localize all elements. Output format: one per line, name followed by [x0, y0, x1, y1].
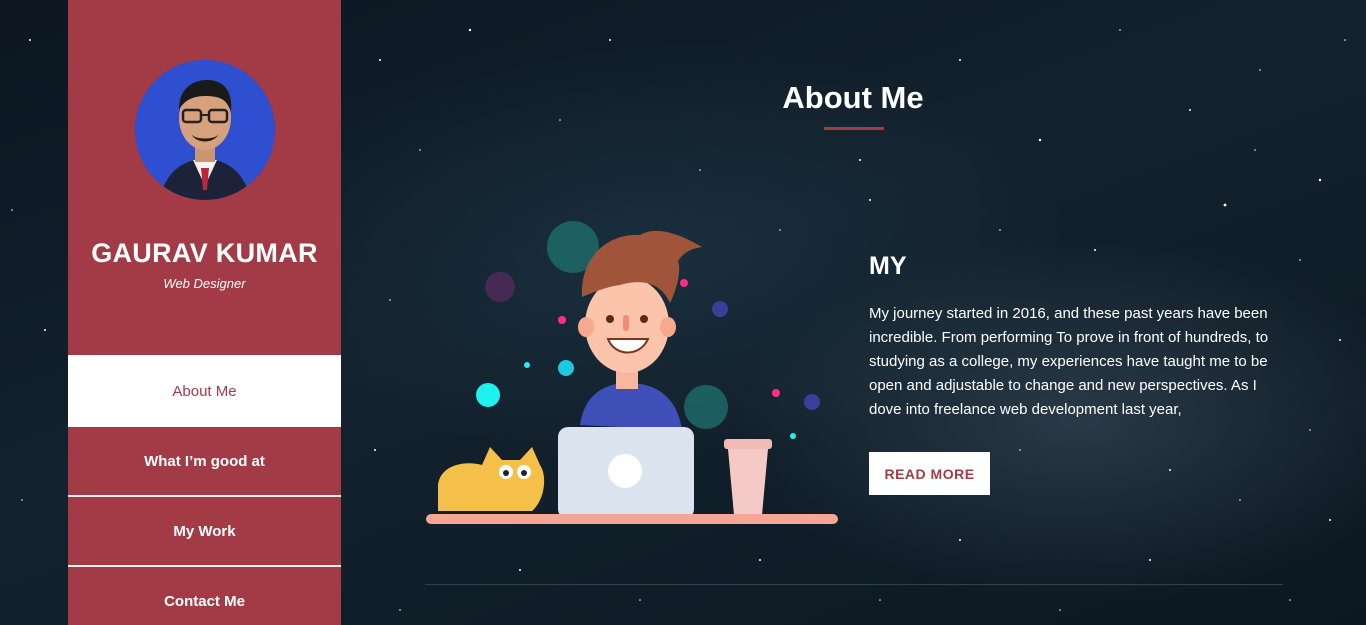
nav-item-contact-me[interactable]: Contact Me	[68, 567, 341, 625]
title-underline	[824, 127, 884, 130]
sidebar: GAURAV KUMAR Web Designer About Me What …	[68, 0, 341, 625]
read-more-button[interactable]: READ MORE	[869, 452, 990, 495]
illustration	[420, 215, 845, 530]
nav-item-my-work[interactable]: My Work	[68, 497, 341, 567]
section-divider	[425, 584, 1283, 585]
nav-item-about-me[interactable]: About Me	[68, 355, 341, 427]
page-title: About Me	[782, 80, 924, 115]
section-heading: MY	[869, 252, 907, 280]
profile-role: Web Designer	[163, 276, 246, 291]
about-paragraph: My journey started in 2016, and these pa…	[869, 305, 1269, 418]
sidebar-nav: About Me What I’m good at My Work Contac…	[68, 355, 341, 625]
avatar	[135, 60, 275, 200]
profile-photo-icon	[135, 60, 275, 200]
developer-illustration-icon	[426, 221, 838, 524]
profile-name: GAURAV KUMAR	[91, 238, 318, 268]
nav-item-skills[interactable]: What I’m good at	[68, 427, 341, 497]
